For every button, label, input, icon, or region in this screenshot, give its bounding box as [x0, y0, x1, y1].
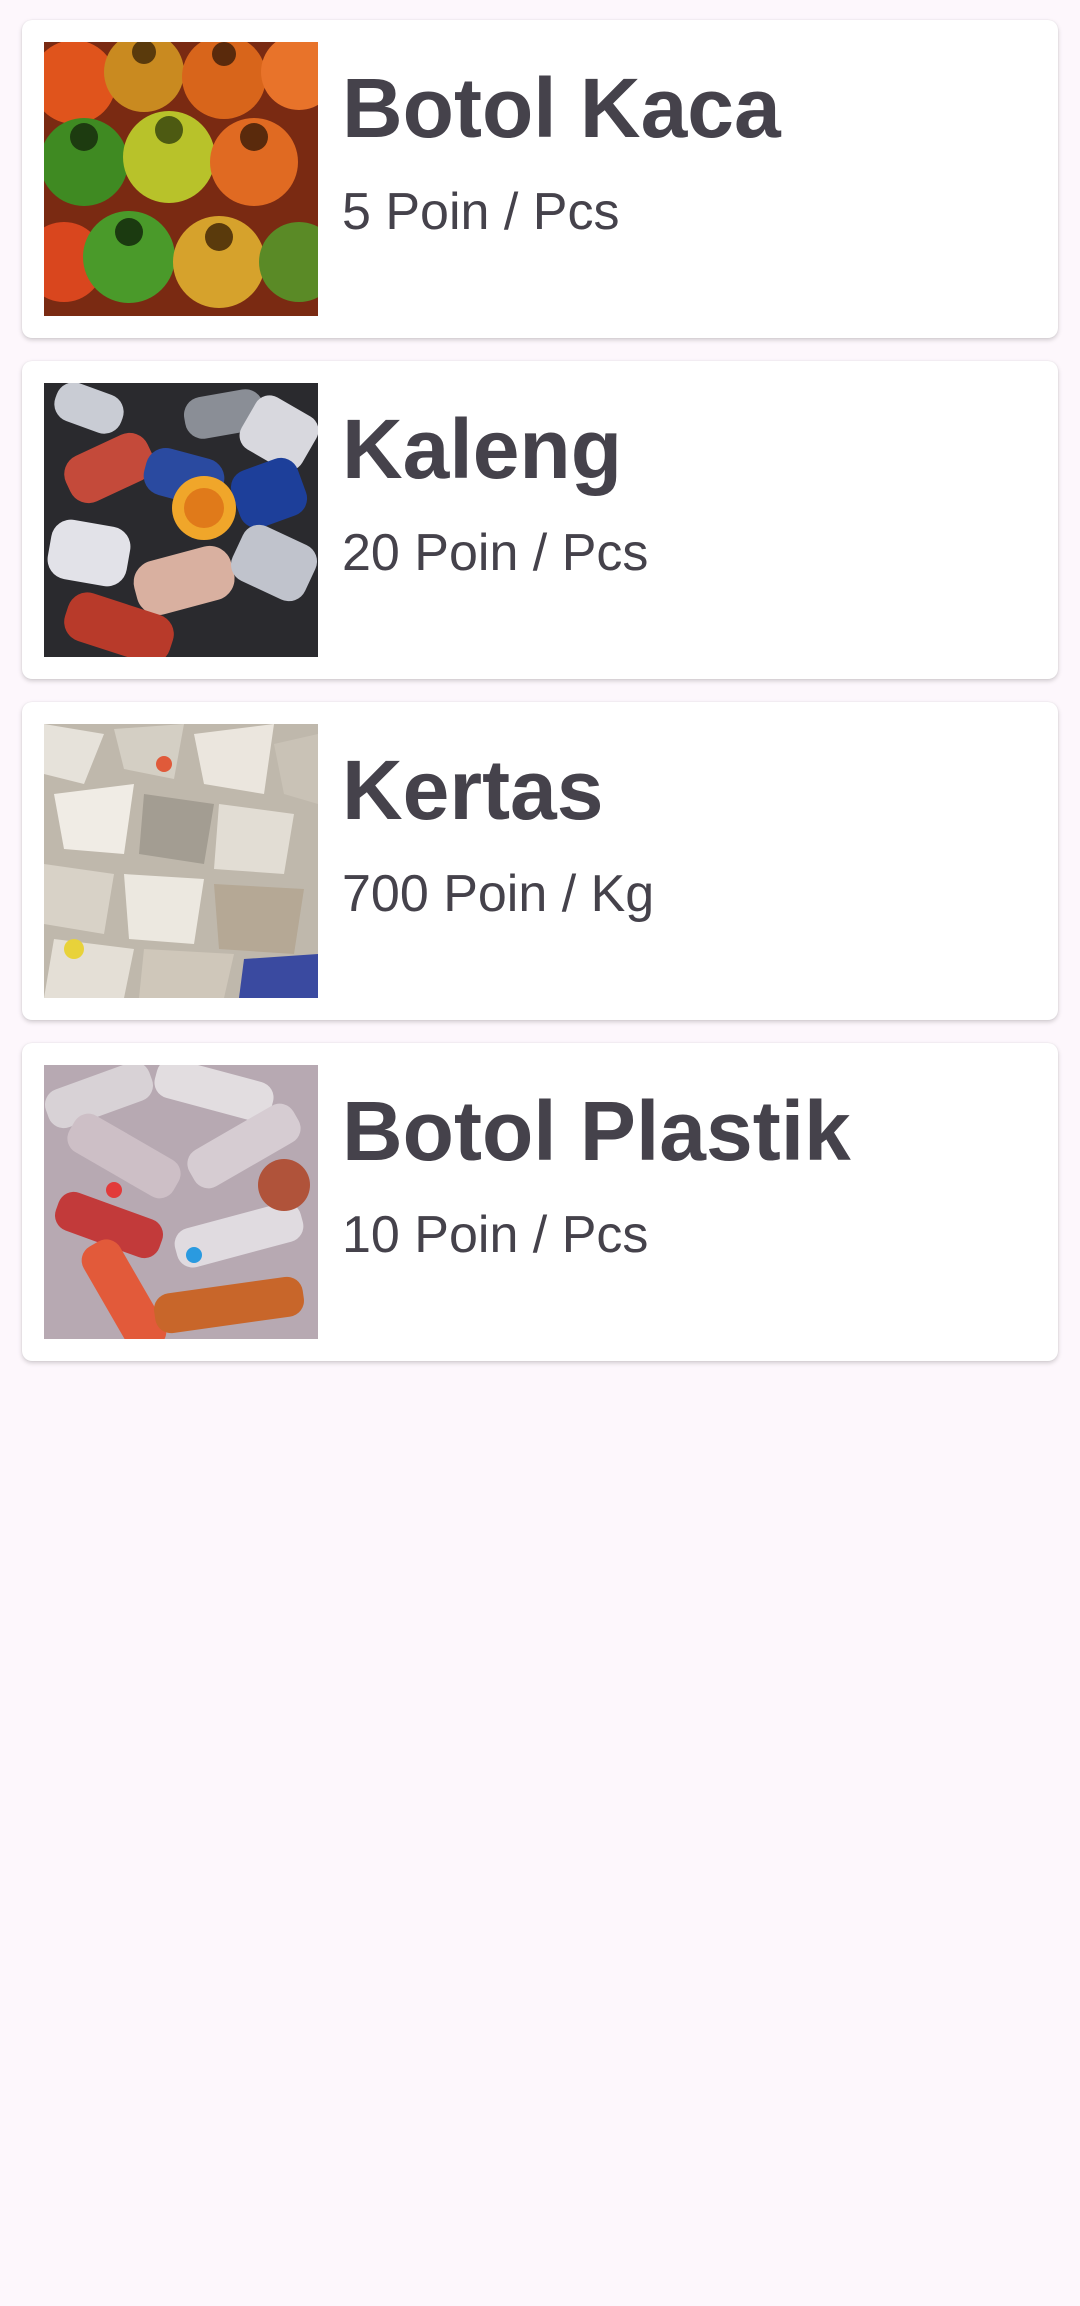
item-title: Kaleng: [342, 402, 623, 496]
list-item-botol-kaca[interactable]: Botol Kaca 5 Poin / Pcs: [22, 20, 1058, 338]
cans-image: [44, 383, 318, 657]
item-points: 700 Poin / Kg: [342, 865, 655, 923]
glass-bottles-image: [44, 42, 318, 316]
item-points: 10 Poin / Pcs: [342, 1206, 649, 1264]
plastic-bottles-image: [44, 1065, 318, 1339]
paper-image: [44, 724, 318, 998]
list-item-kaleng[interactable]: Kaleng 20 Poin / Pcs: [22, 361, 1058, 679]
list-item-kertas[interactable]: Kertas 700 Poin / Kg: [22, 702, 1058, 1020]
waste-item-list: Botol Kaca 5 Poin / Pcs Kaleng 20 Poin /…: [22, 20, 1058, 1384]
list-item-botol-plastik[interactable]: Botol Plastik 10 Poin / Pcs: [22, 1043, 1058, 1361]
item-title: Botol Plastik: [342, 1084, 851, 1178]
item-title: Botol Kaca: [342, 61, 781, 155]
item-points: 20 Poin / Pcs: [342, 524, 649, 582]
item-points: 5 Poin / Pcs: [342, 183, 620, 241]
item-title: Kertas: [342, 743, 604, 837]
